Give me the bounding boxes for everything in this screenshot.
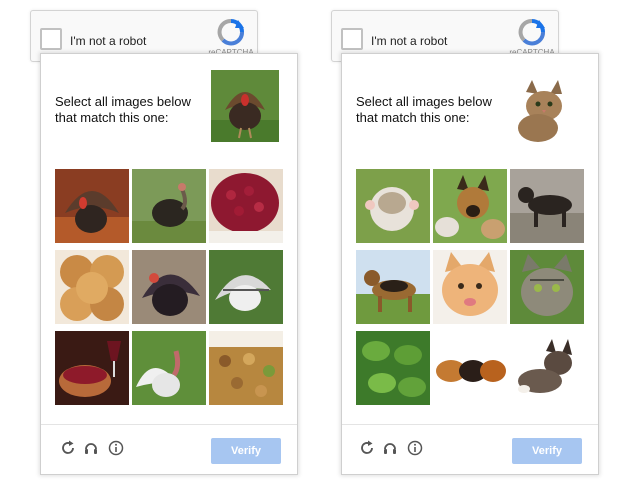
grid-tile-kitten[interactable] (356, 169, 430, 243)
recaptcha-logo: reCAPTCHA (205, 18, 257, 58)
grid-tile-turkey[interactable] (132, 250, 206, 324)
audio-challenge-icon[interactable] (83, 440, 99, 456)
verify-button[interactable]: Verify (512, 438, 582, 464)
not-a-robot-label: I'm not a robot (371, 34, 448, 48)
grid-tile-guinea-pigs[interactable] (433, 331, 507, 405)
grid-tile-turkey[interactable] (132, 331, 206, 405)
not-a-robot-checkbox[interactable] (40, 28, 62, 50)
challenge-popup: Select all images below that match this … (40, 53, 298, 475)
not-a-robot-label: I'm not a robot (70, 34, 147, 48)
recaptcha-arrows-icon (518, 19, 545, 46)
reload-icon[interactable] (60, 440, 76, 456)
audio-challenge-icon[interactable] (382, 440, 398, 456)
info-icon[interactable] (108, 440, 124, 456)
grid-tile-dog-with-kittens[interactable] (433, 169, 507, 243)
image-grid (356, 169, 584, 405)
not-a-robot-checkbox[interactable] (341, 28, 363, 50)
grid-tile-cranberry-wine[interactable] (55, 331, 129, 405)
grid-tile-dog[interactable] (510, 169, 584, 243)
grid-tile-turkey[interactable] (209, 250, 283, 324)
grid-tile-turkey[interactable] (132, 169, 206, 243)
challenge-popup: Select all images below that match this … (341, 53, 599, 475)
challenge-prompt: Select all images below that match this … (356, 94, 492, 125)
recaptcha-arrows-icon (217, 19, 244, 46)
recaptcha-logo: reCAPTCHA (506, 18, 558, 58)
info-icon[interactable] (407, 440, 423, 456)
grid-tile-kitten[interactable] (433, 250, 507, 324)
grid-tile-dog[interactable] (356, 250, 430, 324)
grid-tile-leaves[interactable] (356, 331, 430, 405)
footer-divider (342, 424, 598, 425)
challenge-prompt: Select all images below that match this … (55, 94, 191, 125)
sample-cat-image (510, 78, 574, 142)
grid-tile-kitten[interactable] (510, 331, 584, 405)
reload-icon[interactable] (359, 440, 375, 456)
sample-turkey-image (211, 70, 279, 142)
grid-tile-cranberry-sauce[interactable] (209, 169, 283, 243)
grid-tile-stuffing[interactable] (209, 331, 283, 405)
grid-tile-bread-rolls[interactable] (55, 250, 129, 324)
footer-divider (41, 424, 297, 425)
grid-tile-kitten[interactable] (510, 250, 584, 324)
image-grid (55, 169, 283, 405)
verify-button[interactable]: Verify (211, 438, 281, 464)
grid-tile-turkey[interactable] (55, 169, 129, 243)
